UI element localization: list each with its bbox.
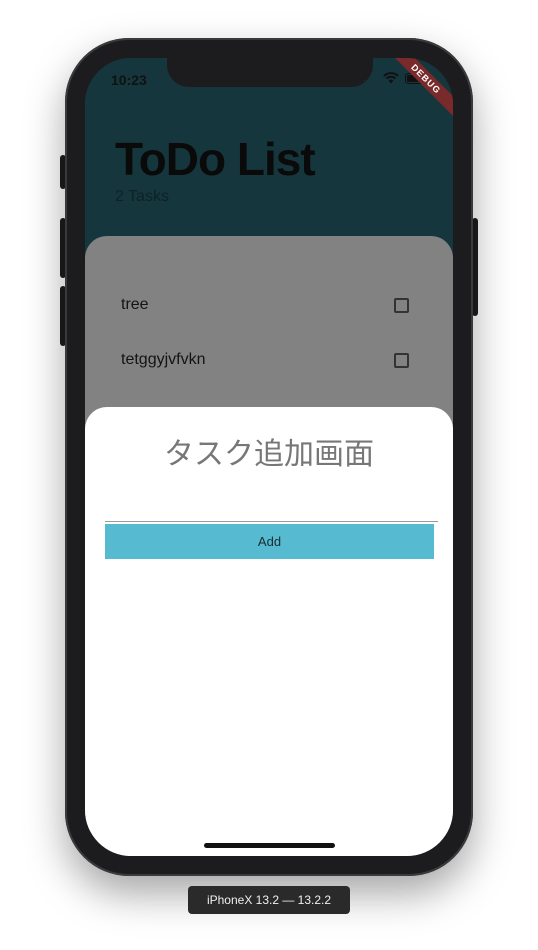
signal-icon: ....: [362, 73, 377, 83]
sheet-title: タスク追加画面: [164, 437, 374, 472]
task-input[interactable]: [105, 489, 438, 522]
notch: [167, 58, 373, 87]
add-task-sheet: タスク追加画面 Add: [85, 407, 453, 856]
add-button[interactable]: Add: [105, 524, 434, 559]
status-time: 10:23: [111, 72, 147, 88]
wifi-icon: [383, 72, 399, 84]
home-indicator: [204, 843, 335, 848]
simulator-device-label: iPhoneX 13.2 — 13.2.2: [188, 886, 350, 914]
app-screen: 10:23 .... DEBUG ToDo List 2 Tasks tree …: [85, 58, 453, 856]
